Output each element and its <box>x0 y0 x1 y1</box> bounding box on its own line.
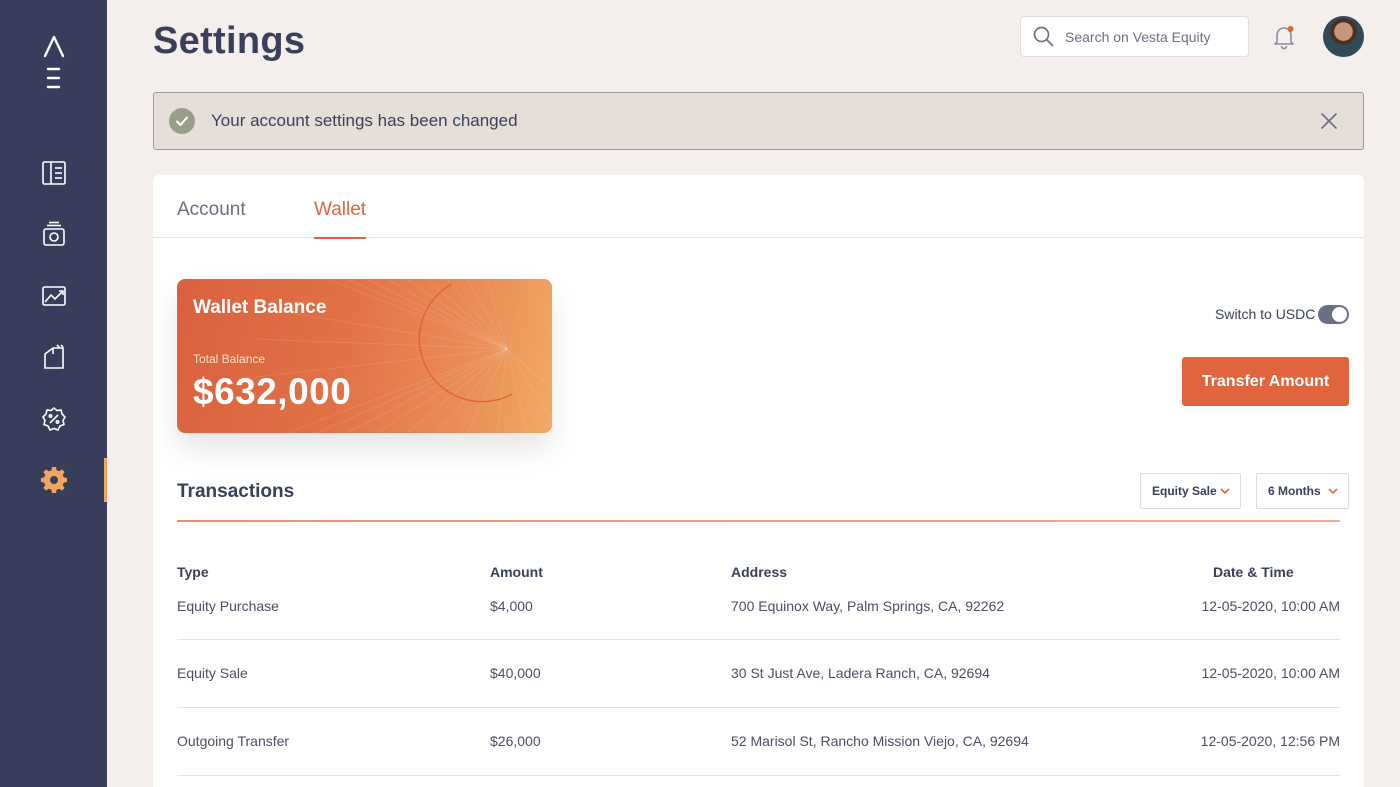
tab-wallet[interactable]: Wallet <box>314 199 367 239</box>
row-type: Outgoing Transfer <box>177 733 290 749</box>
alert-message: Your account settings has been changed <box>211 111 518 130</box>
sidebar-item-settings[interactable] <box>0 458 107 502</box>
period-filter-value: 6 Months <box>1268 484 1321 498</box>
sidebar-item-offers[interactable] <box>0 397 107 441</box>
close-icon[interactable] <box>1319 111 1339 131</box>
period-filter-dropdown[interactable]: 6 Months <box>1256 473 1349 509</box>
row-address: 700 Equinox Way, Palm Springs, CA, 92262 <box>731 598 1005 614</box>
row-amount: $40,000 <box>490 665 541 681</box>
total-balance-label: Total Balance <box>193 352 266 366</box>
sidebar-item-properties[interactable] <box>0 335 107 379</box>
chevron-down-icon <box>1328 488 1338 495</box>
row-type: Equity Sale <box>177 665 248 681</box>
sidebar <box>0 0 107 787</box>
page-title: Settings <box>153 20 306 62</box>
type-filter-dropdown[interactable]: Equity Sale <box>1140 473 1241 509</box>
table-row[interactable]: Equity Sale $40,000 30 St Just Ave, Lade… <box>177 640 1340 708</box>
row-datetime: 12-05-2020, 10:00 AM <box>1201 598 1340 614</box>
row-datetime: 12-05-2020, 12:56 PM <box>1200 733 1340 749</box>
row-type: Equity Purchase <box>177 598 279 614</box>
chart-icon <box>41 286 66 306</box>
gear-icon <box>40 467 67 493</box>
wallet-balance-card: Wallet Balance Total Balance $632,000 <box>177 279 552 433</box>
row-amount: $26,000 <box>490 733 541 749</box>
wallet-title: Wallet Balance <box>193 297 327 318</box>
settings-card: Account Wallet Wallet Balance Total Bala… <box>153 175 1364 787</box>
tab-account[interactable]: Account <box>177 199 246 221</box>
type-filter-value: Equity Sale <box>1152 484 1217 498</box>
sidebar-item-dashboard[interactable] <box>0 151 107 195</box>
success-alert: Your account settings has been changed <box>153 92 1364 150</box>
chevron-down-icon <box>1220 488 1230 495</box>
transactions-title: Transactions <box>177 481 295 502</box>
property-icon <box>43 344 64 369</box>
user-avatar[interactable] <box>1323 16 1364 57</box>
tab-bar: Account Wallet <box>153 175 1364 239</box>
search-icon <box>1033 26 1054 47</box>
row-address: 30 St Just Ave, Ladera Ranch, CA, 92694 <box>731 665 990 681</box>
total-balance-value: $632,000 <box>193 371 352 412</box>
row-amount: $4,000 <box>490 598 533 614</box>
usdc-toggle[interactable] <box>1318 305 1349 324</box>
table-row[interactable]: Equity Purchase $4,000 700 Equinox Way, … <box>177 572 1340 640</box>
transactions-divider <box>177 520 1340 522</box>
discount-icon <box>41 406 66 432</box>
row-datetime: 12-05-2020, 10:00 AM <box>1201 665 1340 681</box>
sidebar-item-analytics[interactable] <box>0 274 107 318</box>
vesta-logo[interactable] <box>40 34 68 92</box>
transfer-amount-button[interactable]: Transfer Amount <box>1182 357 1349 406</box>
equity-icon <box>42 221 65 246</box>
table-row[interactable]: Outgoing Transfer $26,000 52 Marisol St,… <box>177 708 1340 776</box>
check-circle-icon <box>169 108 195 134</box>
notification-bell-icon[interactable] <box>1271 24 1297 50</box>
switch-usdc-label: Switch to USDC <box>1215 306 1316 322</box>
search-bar[interactable] <box>1020 16 1249 57</box>
search-input[interactable] <box>1065 28 1235 45</box>
sidebar-item-equity[interactable] <box>0 212 107 256</box>
dashboard-icon <box>41 161 66 185</box>
row-address: 52 Marisol St, Rancho Mission Viejo, CA,… <box>731 733 1029 749</box>
